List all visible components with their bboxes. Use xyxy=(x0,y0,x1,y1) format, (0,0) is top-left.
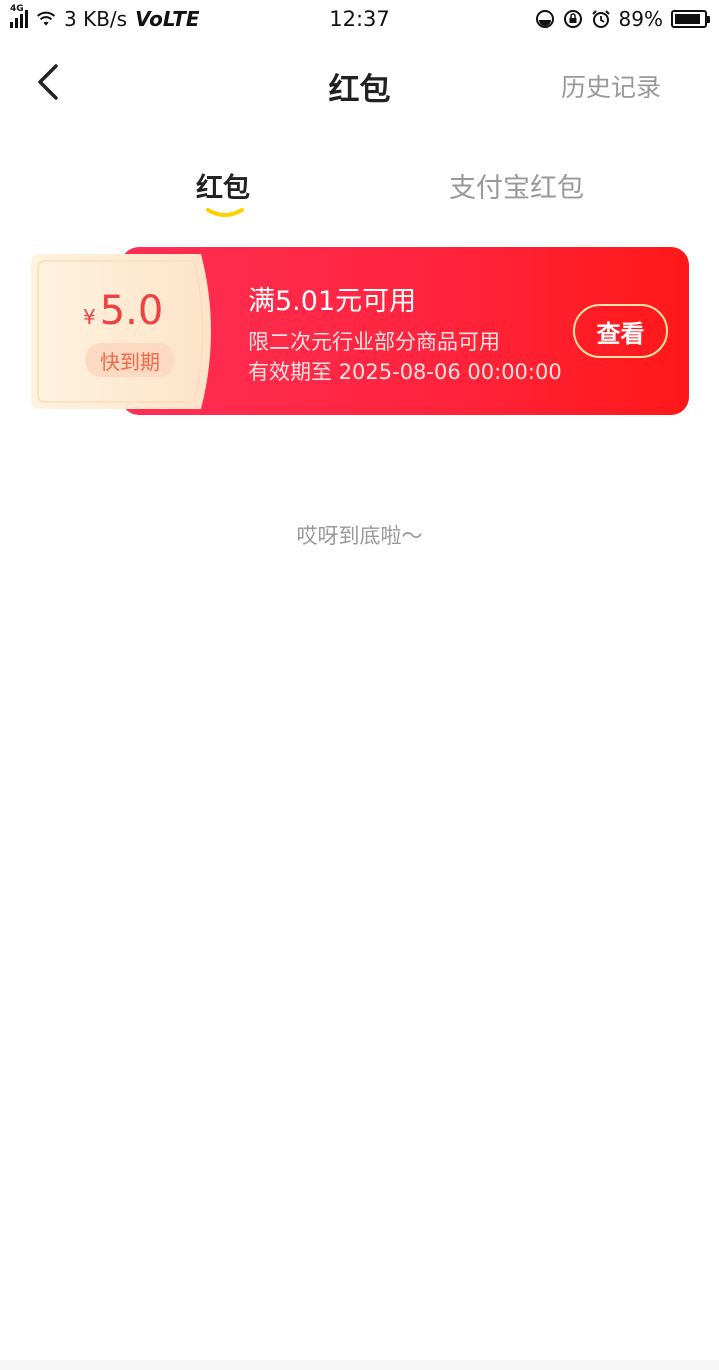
tab-bar: 红包 支付宝红包 xyxy=(0,160,719,230)
view-button[interactable]: 查看 xyxy=(573,304,668,358)
alarm-icon xyxy=(591,10,610,28)
status-left: 4G 3 KB/s VoLTE xyxy=(10,4,200,31)
bottom-strip xyxy=(0,1360,719,1370)
battery-fill xyxy=(675,14,700,24)
tab-active-indicator xyxy=(206,208,244,217)
coupon-card[interactable]: ¥ 5.0 快到期 满5.01元可用 限二次元行业部分商品可用 有效期至 202… xyxy=(31,246,689,416)
rotation-lock-icon xyxy=(563,10,582,28)
battery-percent: 89% xyxy=(618,7,663,31)
battery-icon xyxy=(671,10,710,28)
coupon-description: 限二次元行业部分商品可用 xyxy=(248,330,500,354)
data-saver-icon xyxy=(535,10,554,28)
history-link[interactable]: 历史记录 xyxy=(561,68,661,104)
network-type-label: 4G xyxy=(10,4,24,14)
expiring-badge: 快到期 xyxy=(85,343,175,377)
volte-label: VoLTE xyxy=(135,7,200,31)
status-right: 89% xyxy=(535,7,710,31)
signal-icon: 4G xyxy=(10,4,28,28)
coupon-amount: ¥ 5.0 xyxy=(83,288,163,334)
list-end-text: 哎呀到底啦～ xyxy=(296,524,423,548)
tab-alipay-red-packet[interactable]: 支付宝红包 xyxy=(449,166,584,205)
tab-red-packet[interactable]: 红包 xyxy=(196,166,250,205)
coupon-title: 满5.01元可用 xyxy=(248,286,417,317)
currency-symbol: ¥ xyxy=(83,305,96,329)
status-bar: 4G 3 KB/s VoLTE 12:37 89% xyxy=(0,0,719,38)
network-speed: 3 KB/s xyxy=(64,7,128,31)
amount-value: 5.0 xyxy=(99,288,164,334)
wifi-icon xyxy=(36,11,56,26)
coupon-validity: 有效期至 2025-08-06 00:00:00 xyxy=(248,360,562,384)
nav-bar: 红包 历史记录 xyxy=(0,38,719,128)
